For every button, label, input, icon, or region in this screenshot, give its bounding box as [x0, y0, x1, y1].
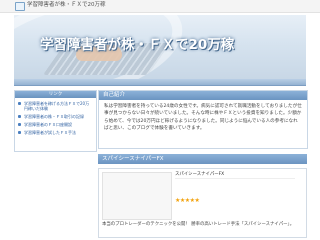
- sidebar-link-label[interactable]: 学習障害者が試したＦＸ手法: [24, 130, 76, 135]
- product-thumbnail[interactable]: [102, 172, 172, 220]
- product-name[interactable]: スパイシースナイパーFX: [175, 172, 295, 179]
- sidebar-link-label[interactable]: 学習障害者を稼げる方法ＦＸで20万円稼いだ体験: [24, 101, 89, 111]
- sidebar-heading: リンク: [15, 91, 96, 98]
- intro-box: 自己紹介 私は学習障害者を持っている24歳の女性です。病気に認可されて就職活動を…: [98, 90, 308, 149]
- browser-tab-bar: 学習障害者が株・ＦＸで20万稼: [0, 0, 320, 13]
- main-content: 自己紹介 私は学習障害者を持っている24歳の女性です。病気に認可されて就職活動を…: [98, 90, 308, 238]
- bullet-icon: [18, 123, 21, 126]
- product-card: スパイシースナイパーFX ★★★★★ 本当のプロトレーダーのテクニックを公開！ …: [98, 168, 307, 238]
- bullet-icon: [18, 131, 21, 134]
- sidebar-link-label[interactable]: 学習障害者のＦＸ口座開設: [24, 122, 72, 127]
- sidebar-link[interactable]: 学習障害者を稼げる方法ＦＸで20万円稼いだ体験: [18, 101, 93, 111]
- page-icon: [15, 2, 25, 11]
- product-section-heading: スパイシースナイパーFX: [98, 154, 307, 164]
- site-header[interactable]: 学習障害者が株・ＦＸで20万稼: [14, 15, 306, 79]
- bullet-icon: [18, 115, 21, 118]
- sidebar-link[interactable]: 学習障害者のＦＸ口座開設: [18, 122, 93, 127]
- sidebar-links: リンク 学習障害者を稼げる方法ＦＸで20万円稼いだ体験 学習障害者の株・ＦＸ取引…: [14, 90, 97, 152]
- sidebar-link[interactable]: 学習障害者の株・ＦＸ取引の記録: [18, 114, 93, 119]
- nav-bar: [14, 79, 306, 86]
- sidebar-link-label[interactable]: 学習障害者の株・ＦＸ取引の記録: [24, 114, 84, 119]
- intro-text: 私は学習障害者を持っている24歳の女性です。病気に認可されて就職活動をしておりま…: [104, 104, 302, 131]
- bullet-icon: [18, 102, 21, 105]
- site-title[interactable]: 学習障害者が株・ＦＸで20万稼: [40, 33, 234, 53]
- rating-stars-icon: ★★★★★: [175, 197, 200, 204]
- product-description: 本当のプロトレーダーのテクニックを公開！ 勝率の高いトレード手法「スパイシースナ…: [102, 222, 295, 227]
- window-title: 学習障害者が株・ＦＸで20万稼: [27, 2, 106, 8]
- sidebar-link[interactable]: 学習障害者が試したＦＸ手法: [18, 130, 93, 135]
- intro-heading: 自己紹介: [99, 91, 307, 100]
